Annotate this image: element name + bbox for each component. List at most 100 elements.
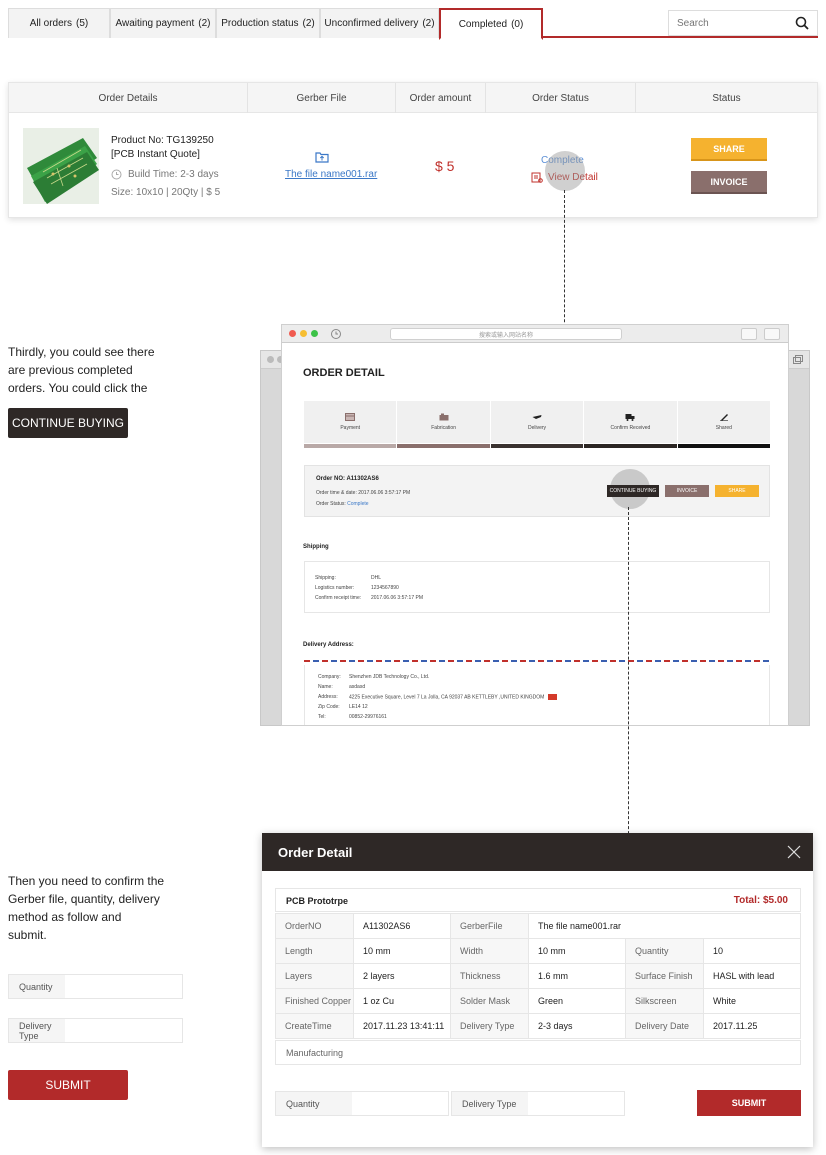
quantity-field: Quantity	[8, 974, 183, 999]
connector-line	[628, 507, 629, 889]
width-key: Width	[450, 938, 529, 964]
order-time: Order time & date: 2017.06.06 3:57:17 PM	[316, 490, 411, 496]
url-bar[interactable]: 搜索或输入网站名称	[390, 328, 622, 340]
tab-completed[interactable]: Completed (0)	[439, 8, 543, 40]
step-label: Confirm Received	[610, 425, 651, 431]
shipping-box: Shipping: DHL Logistics number: 12345678…	[304, 561, 770, 613]
tab-label: Production status	[221, 18, 299, 29]
instruction-line: Gerber file, quantity, delivery	[8, 892, 160, 906]
tabs-icon	[793, 355, 803, 364]
quantity-value: 10	[703, 938, 801, 964]
order-status-line: Order Status: Complete	[316, 501, 369, 507]
order-table-header: Order Details Gerber File Order amount O…	[9, 83, 817, 113]
modal-submit-button[interactable]: SUBMIT	[697, 1090, 801, 1116]
name-value: asdasd	[349, 684, 366, 690]
modal-delivery-type-input[interactable]	[528, 1092, 624, 1115]
browser-window: 搜索或输入网站名称 ORDER DETAIL Payment Fabricati…	[281, 324, 789, 726]
table-row: OrderNO A11302AS6 GerberFile The file na…	[275, 913, 801, 939]
step-delivery: Delivery	[490, 401, 585, 448]
continue-buying-mini-button[interactable]: CONTINUE BUYING	[607, 485, 659, 497]
tab-production-status[interactable]: Production status (2)	[216, 8, 320, 38]
step-progress-bar	[397, 444, 490, 448]
logistics-key: Logistics number:	[315, 585, 355, 591]
delivery-address-box: Company: Shenzhen JDB Technology Co., Lt…	[304, 665, 770, 725]
order-summary-box: Order NO: A11302AS6 Order time & date: 2…	[304, 465, 770, 517]
close-icon[interactable]	[787, 845, 801, 859]
silkscreen-key: Silkscreen	[625, 988, 704, 1014]
delivery-type-field: Delivery Type	[8, 1018, 183, 1043]
tab-unconfirmed-delivery[interactable]: Unconfirmed delivery (2)	[320, 8, 439, 38]
order-no-value: A11302AS6	[353, 913, 451, 939]
share-icon[interactable]	[741, 328, 757, 340]
invoice-mini-button[interactable]: INVOICE	[665, 485, 709, 497]
quantity-input[interactable]	[65, 975, 182, 998]
col-gerber-file: Gerber File	[248, 83, 396, 113]
minimize-dot-icon[interactable]	[300, 330, 307, 337]
order-tabs: All orders (5) Awaiting payment (2) Prod…	[8, 8, 818, 40]
invoice-button[interactable]: INVOICE	[691, 171, 767, 194]
modal-quantity-input[interactable]	[352, 1092, 448, 1115]
length-key: Length	[275, 938, 354, 964]
delivery-date-value: 2017.11.25	[703, 1013, 801, 1039]
name-key: Name:	[318, 684, 333, 690]
tab-all-orders[interactable]: All orders (5)	[8, 8, 110, 38]
build-time-text: Build Time: 2-3 days	[128, 169, 219, 180]
tabs-overview-icon[interactable]	[764, 328, 780, 340]
share-mini-button[interactable]: SHARE	[715, 485, 759, 497]
surface-finish-value: HASL with lead	[703, 963, 801, 989]
modal-quantity-field: Quantity	[275, 1091, 449, 1116]
delivery-date-key: Delivery Date	[625, 1013, 704, 1039]
continue-buying-button[interactable]: CONTINUE BUYING	[8, 408, 128, 438]
order-detail-modal: Order Detail PCB Prototrpe Total: $5.00 …	[262, 833, 813, 1147]
instruction-line: Thirdly, you could see there	[8, 345, 155, 359]
submit-button[interactable]: SUBMIT	[8, 1070, 128, 1100]
gerber-file-link[interactable]: The file name001.rar	[285, 169, 377, 180]
address-key: Address:	[318, 694, 338, 700]
order-amount: $ 5	[435, 158, 455, 174]
instruction-line: are previous completed	[8, 363, 133, 377]
shipping-key: Shipping:	[315, 575, 336, 581]
flag-icon	[548, 694, 558, 700]
maximize-dot-icon[interactable]	[311, 330, 318, 337]
shipping-value: DHL	[371, 575, 382, 581]
col-order-status: Order Status	[486, 83, 636, 113]
close-dot-icon[interactable]	[289, 330, 296, 337]
click-highlight	[545, 151, 585, 191]
search-icon[interactable]	[795, 16, 809, 30]
logistics-value: 1234567890	[371, 585, 399, 591]
step-label: Payment	[340, 425, 361, 431]
col-order-details: Order Details	[9, 83, 248, 113]
truck-icon	[625, 414, 635, 421]
layers-key: Layers	[275, 963, 354, 989]
delivery-type-label: Delivery Type	[9, 1019, 65, 1042]
table-row: Finished Copper 1 oz Cu Solder Mask Gree…	[275, 988, 801, 1014]
share-button[interactable]: SHARE	[691, 138, 767, 161]
gerber-file-key: GerberFile	[450, 913, 529, 939]
tab-label: Completed	[458, 18, 508, 30]
instruction-line: orders. You could click the	[8, 381, 148, 395]
modal-header: Order Detail	[262, 833, 813, 871]
step-progress-bar	[584, 444, 677, 448]
tab-awaiting-payment[interactable]: Awaiting payment (2)	[110, 8, 216, 38]
history-icon[interactable]	[330, 328, 342, 340]
table-row: Layers 2 layers Thickness 1.6 mm Surface…	[275, 963, 801, 989]
fabrication-icon	[439, 413, 449, 421]
delivery-type-input[interactable]	[65, 1019, 182, 1042]
quantity-label: Quantity	[9, 975, 65, 998]
manufacturing-row: Manufacturing	[275, 1040, 801, 1065]
tab-count: (5)	[76, 18, 89, 29]
build-time: Build Time: 2-3 days	[111, 169, 219, 180]
order-no-key: OrderNO	[275, 913, 354, 939]
tab-count: (2)	[302, 18, 315, 29]
address-value: 4225 Executive Square, Level 7 La Jolla,…	[349, 694, 545, 701]
step-fabrication: Fabrication	[397, 401, 491, 448]
finished-copper-value: 1 oz Cu	[353, 988, 451, 1014]
layers-value: 2 layers	[353, 963, 451, 989]
url-placeholder: 搜索或输入网站名称	[478, 332, 533, 339]
step-shared: Shared	[677, 401, 771, 448]
clock-icon	[111, 169, 122, 180]
create-time-key: CreateTime	[275, 1013, 354, 1039]
delivery-type-key: Delivery Type	[450, 1013, 529, 1039]
search-input[interactable]	[669, 11, 779, 35]
tab-label: Awaiting payment	[115, 18, 195, 29]
